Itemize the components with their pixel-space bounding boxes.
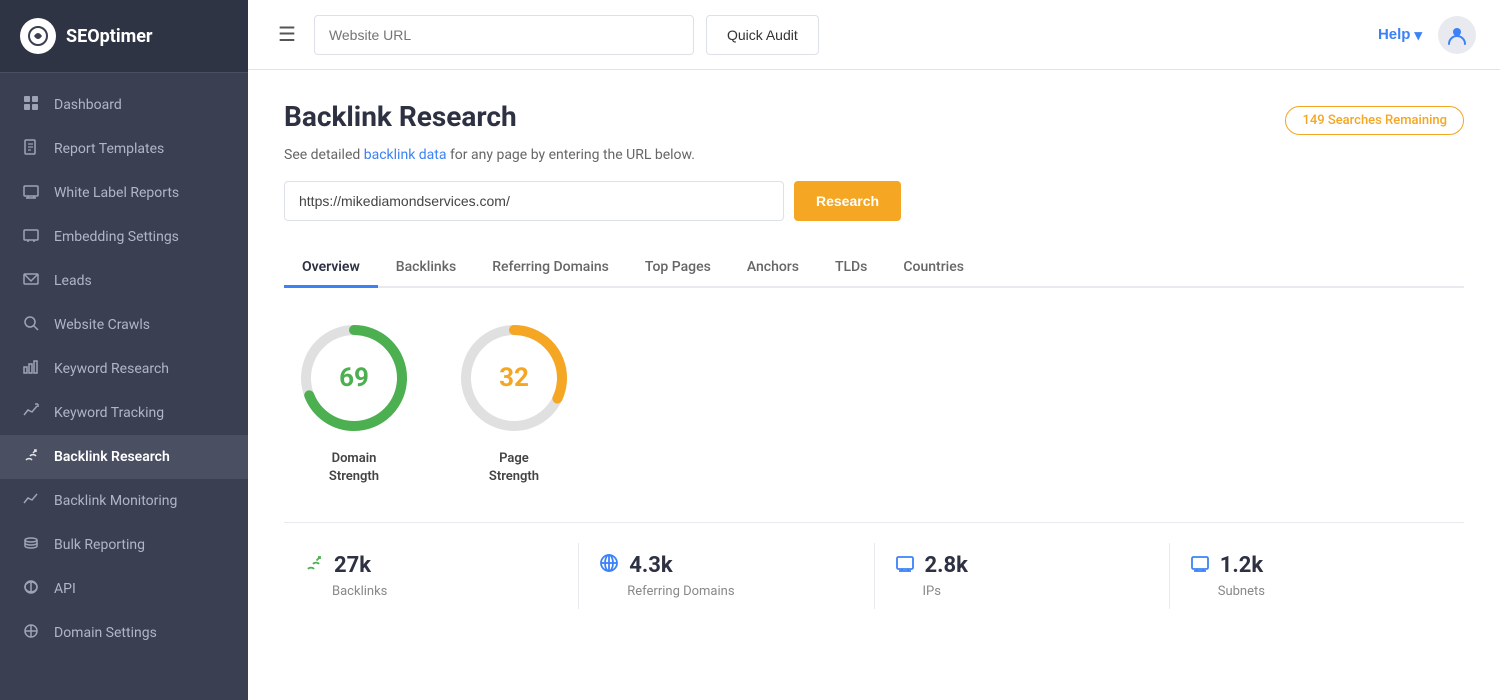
stat-value-ips: 2.8k bbox=[925, 553, 968, 578]
api-icon bbox=[22, 579, 40, 599]
dashboard-icon bbox=[22, 95, 40, 115]
sidebar-label-embedding: Embedding Settings bbox=[54, 229, 179, 245]
sidebar-label-white-label: White Label Reports bbox=[54, 185, 179, 201]
stats-row: 27k Backlinks 4.3k Referring Domains 2.8k IPs… bbox=[284, 522, 1464, 609]
backlink-data-link[interactable]: backlink data bbox=[364, 147, 447, 163]
sidebar-logo: SEOptimer bbox=[0, 0, 248, 73]
logo-icon bbox=[20, 18, 56, 54]
tab-overview[interactable]: Overview bbox=[284, 249, 378, 288]
sidebar-item-bulk-reporting[interactable]: Bulk Reporting bbox=[0, 523, 248, 567]
stat-ips: 2.8k IPs bbox=[875, 543, 1170, 609]
sidebar-label-keyword-tracking: Keyword Tracking bbox=[54, 405, 164, 421]
research-button[interactable]: Research bbox=[794, 181, 901, 221]
leads-icon bbox=[22, 271, 40, 291]
url-input[interactable] bbox=[314, 15, 694, 55]
tab-referring-domains[interactable]: Referring Domains bbox=[474, 249, 627, 288]
avatar-button[interactable] bbox=[1438, 16, 1476, 54]
quick-audit-button[interactable]: Quick Audit bbox=[706, 15, 819, 55]
topbar-right: Help ▾ bbox=[1378, 16, 1476, 54]
donut-value-domain-strength: 69 bbox=[339, 363, 369, 393]
sidebar-label-api: API bbox=[54, 581, 76, 597]
tab-tlds[interactable]: TLDs bbox=[817, 249, 885, 288]
sidebar-label-backlink-research: Backlink Research bbox=[54, 449, 170, 465]
tab-countries[interactable]: Countries bbox=[885, 249, 982, 288]
ips-icon bbox=[895, 553, 915, 578]
chart-label-domain-strength: DomainStrength bbox=[329, 450, 379, 486]
stat-label-backlinks: Backlinks bbox=[332, 584, 387, 599]
sidebar-item-keyword-research[interactable]: Keyword Research bbox=[0, 347, 248, 391]
stat-backlinks: 27k Backlinks bbox=[284, 543, 579, 609]
logo-text: SEOptimer bbox=[66, 26, 153, 47]
sidebar: SEOptimer Dashboard Report Templates White… bbox=[0, 0, 248, 700]
domain-settings-icon bbox=[22, 623, 40, 643]
research-url-input[interactable] bbox=[284, 181, 784, 221]
content-header: Backlink Research 149 Searches Remaining bbox=[284, 100, 1464, 135]
chevron-down-icon: ▾ bbox=[1414, 26, 1422, 44]
main-area: ☰ Quick Audit Help ▾ Backlink Research 1… bbox=[248, 0, 1500, 700]
referring-domains-icon bbox=[599, 553, 619, 578]
sidebar-label-bulk-reporting: Bulk Reporting bbox=[54, 537, 145, 553]
embedding-icon bbox=[22, 227, 40, 247]
help-button[interactable]: Help ▾ bbox=[1378, 26, 1422, 44]
keyword-tracking-icon bbox=[22, 403, 40, 423]
chart-domain-strength: 69 DomainStrength bbox=[294, 318, 414, 486]
charts-row: 69 DomainStrength 32 PageStrength bbox=[284, 318, 1464, 486]
sidebar-item-backlink-research[interactable]: Backlink Research bbox=[0, 435, 248, 479]
topbar: ☰ Quick Audit Help ▾ bbox=[248, 0, 1500, 70]
sidebar-label-domain-settings: Domain Settings bbox=[54, 625, 157, 641]
sidebar-nav: Dashboard Report Templates White Label Rep… bbox=[0, 73, 248, 700]
sidebar-item-keyword-tracking[interactable]: Keyword Tracking bbox=[0, 391, 248, 435]
subtitle: See detailed backlink data for any page … bbox=[284, 147, 1464, 163]
sidebar-item-website-crawls[interactable]: Website Crawls bbox=[0, 303, 248, 347]
stat-value-referring-domains: 4.3k bbox=[629, 553, 672, 578]
stat-label-ips: IPs bbox=[923, 584, 941, 599]
donut-page-strength: 32 bbox=[454, 318, 574, 438]
sidebar-item-backlink-monitoring[interactable]: Backlink Monitoring bbox=[0, 479, 248, 523]
sidebar-item-leads[interactable]: Leads bbox=[0, 259, 248, 303]
chart-page-strength: 32 PageStrength bbox=[454, 318, 574, 486]
sidebar-label-keyword-research: Keyword Research bbox=[54, 361, 169, 377]
subnets-icon bbox=[1190, 553, 1210, 578]
bulk-reporting-icon bbox=[22, 535, 40, 555]
tab-top-pages[interactable]: Top Pages bbox=[627, 249, 729, 288]
backlinks-icon bbox=[304, 553, 324, 578]
hamburger-button[interactable]: ☰ bbox=[272, 16, 302, 53]
sidebar-label-backlink-monitoring: Backlink Monitoring bbox=[54, 493, 177, 509]
sidebar-label-report-templates: Report Templates bbox=[54, 141, 164, 157]
stat-label-referring-domains: Referring Domains bbox=[627, 584, 734, 599]
website-crawls-icon bbox=[22, 315, 40, 335]
sidebar-item-api[interactable]: API bbox=[0, 567, 248, 611]
sidebar-item-embedding[interactable]: Embedding Settings bbox=[0, 215, 248, 259]
page-title: Backlink Research bbox=[284, 100, 517, 133]
white-label-icon bbox=[22, 183, 40, 203]
keyword-research-icon bbox=[22, 359, 40, 379]
stat-subnets: 1.2k Subnets bbox=[1170, 543, 1464, 609]
stat-value-subnets: 1.2k bbox=[1220, 553, 1263, 578]
stat-referring-domains: 4.3k Referring Domains bbox=[579, 543, 874, 609]
sidebar-label-dashboard: Dashboard bbox=[54, 97, 122, 113]
report-templates-icon bbox=[22, 139, 40, 159]
backlink-research-icon bbox=[22, 447, 40, 467]
donut-value-page-strength: 32 bbox=[499, 363, 529, 393]
sidebar-label-website-crawls: Website Crawls bbox=[54, 317, 150, 333]
tab-anchors[interactable]: Anchors bbox=[729, 249, 817, 288]
tabs-bar: OverviewBacklinksReferring DomainsTop Pa… bbox=[284, 249, 1464, 288]
chart-label-page-strength: PageStrength bbox=[489, 450, 539, 486]
content-area: Backlink Research 149 Searches Remaining… bbox=[248, 70, 1500, 700]
sidebar-item-dashboard[interactable]: Dashboard bbox=[0, 83, 248, 127]
stat-value-backlinks: 27k bbox=[334, 553, 371, 578]
sidebar-label-leads: Leads bbox=[54, 273, 92, 289]
sidebar-item-report-templates[interactable]: Report Templates bbox=[0, 127, 248, 171]
sidebar-item-white-label[interactable]: White Label Reports bbox=[0, 171, 248, 215]
donut-domain-strength: 69 bbox=[294, 318, 414, 438]
backlink-monitoring-icon bbox=[22, 491, 40, 511]
searches-remaining-badge: 149 Searches Remaining bbox=[1285, 106, 1464, 135]
sidebar-item-domain-settings[interactable]: Domain Settings bbox=[0, 611, 248, 655]
stat-label-subnets: Subnets bbox=[1218, 584, 1265, 599]
search-row: Research bbox=[284, 181, 1464, 221]
tab-backlinks[interactable]: Backlinks bbox=[378, 249, 474, 288]
